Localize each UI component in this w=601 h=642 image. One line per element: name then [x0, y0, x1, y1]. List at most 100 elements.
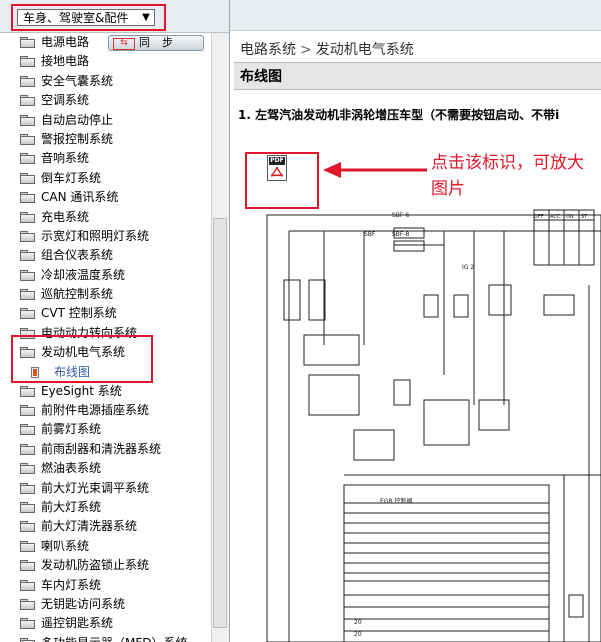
tree-item-label: 安全气囊系统 [41, 73, 114, 88]
tree-item-label: 前大灯清洗器系统 [41, 519, 138, 534]
tree-item[interactable]: 多功能显示器（MFD）系统 [0, 634, 211, 642]
tree-item[interactable]: 安全气囊系统 [0, 72, 211, 91]
tree-item[interactable]: 前雾灯系统 [0, 420, 211, 439]
tree-item[interactable]: 前大灯光束调平系统 [0, 479, 211, 498]
tree-item[interactable]: 车内灯系统 [0, 576, 211, 595]
tree-item-label: 示宽灯和照明灯系统 [41, 228, 150, 243]
breadcrumb: 电路系统 > 发动机电气系统 [240, 39, 414, 59]
tree-item[interactable]: 发动机防盗锁止系统 [0, 556, 211, 575]
tree-item[interactable]: 燃油表系统 [0, 459, 211, 478]
folder-icon [20, 250, 35, 262]
tree-item[interactable]: 音响系统 [0, 149, 211, 168]
tree-item[interactable]: 充电系统 [0, 208, 211, 227]
folder-icon [20, 579, 35, 591]
tree-item[interactable]: 喇叭系统 [0, 537, 211, 556]
folder-icon [20, 405, 35, 417]
diagram-label-sbf: SBF [364, 231, 376, 238]
tree-item[interactable]: 无钥匙访问系统 [0, 595, 211, 614]
folder-icon [20, 269, 35, 281]
sync-button-label: 同步 [139, 36, 185, 49]
wiring-diagram[interactable]: SBF-6 SBF-8 SBF IG 2 OFF ACC ON ST EGR 控… [244, 205, 601, 642]
tree-item[interactable]: 空调系统 [0, 91, 211, 110]
tree-item-label: 喇叭系统 [41, 538, 90, 553]
tree-item[interactable]: 遥控钥匙系统 [0, 614, 211, 633]
tree-item[interactable]: 组合仪表系统 [0, 246, 211, 265]
tree-item[interactable]: CAN 通讯系统 [0, 188, 211, 207]
tree-item[interactable]: 前雨刮器和清洗器系统 [0, 440, 211, 459]
annotation-arrow-icon [323, 162, 427, 178]
tree-item-label: 发动机防盗锁止系统 [41, 558, 150, 573]
tree-item-label: 接地电路 [41, 54, 90, 69]
folder-icon [20, 637, 35, 642]
folder-icon [20, 463, 35, 475]
folder-icon [20, 618, 35, 630]
tree-item-label: 前雾灯系统 [41, 422, 102, 437]
tree-item[interactable]: EyeSight 系统 [0, 382, 211, 401]
folder-icon [20, 424, 35, 436]
diagram-label-sbf6: SBF-6 [392, 212, 410, 219]
breadcrumb-separator: > [300, 42, 312, 58]
tree-item-label: 车内灯系统 [41, 577, 102, 592]
tree-item[interactable]: CVT 控制系统 [0, 304, 211, 323]
diagram-label-sbf8: SBF-8 [392, 231, 410, 238]
tree-item[interactable]: 自动启动停止 [0, 111, 211, 130]
tree-item-label: CVT 控制系统 [41, 306, 117, 321]
folder-icon [20, 211, 35, 223]
folder-icon [20, 385, 35, 397]
tree-item-label: CAN 通讯系统 [41, 190, 119, 205]
folder-icon [20, 443, 35, 455]
folder-icon [20, 133, 35, 145]
tree-item[interactable]: 前大灯系统 [0, 498, 211, 517]
folder-icon [20, 482, 35, 494]
tree-item[interactable]: 示宽灯和照明灯系统 [0, 227, 211, 246]
tree-item-label: 巡航控制系统 [41, 287, 114, 302]
folder-icon [20, 56, 35, 68]
folder-icon [20, 172, 35, 184]
section-header: 布线图 [234, 62, 601, 90]
tree-item[interactable]: 前大灯清洗器系统 [0, 517, 211, 536]
diagram-label-st: ST [581, 214, 588, 220]
tree-item[interactable]: 前附件电源插座系统 [0, 401, 211, 420]
folder-icon [20, 37, 35, 48]
tree-item-label: 冷却液温度系统 [41, 267, 126, 282]
breadcrumb-current: 发动机电气系统 [315, 42, 414, 58]
tree-item[interactable]: 接地电路 [0, 52, 211, 71]
tree-scrollbar[interactable] [211, 33, 229, 642]
tree-item-label: 遥控钥匙系统 [41, 616, 114, 631]
tree-item-label: 燃油表系统 [41, 461, 102, 476]
tree-item[interactable]: 电源电路 ⇆ 同步 [0, 33, 211, 52]
tree-item[interactable]: 倒车灯系统 [0, 169, 211, 188]
tree-item-label: 警报控制系统 [41, 131, 114, 146]
breadcrumb-parent[interactable]: 电路系统 [240, 42, 296, 58]
diagram-label-ig2: IG 2 [462, 264, 474, 271]
highlight-box-select [11, 4, 166, 31]
section-title: 1. 左驾汽油发动机非涡轮增压车型（不需要按钮启动、不带i [238, 108, 560, 122]
folder-icon [20, 153, 35, 165]
folder-icon [20, 75, 35, 87]
folder-icon [20, 521, 35, 533]
tree-item-label: 前大灯光束调平系统 [41, 480, 150, 495]
tree-item-label: 前大灯系统 [41, 499, 102, 514]
tree-item-label: 倒车灯系统 [41, 170, 102, 185]
diagram-label-egr: EGR 控制阀 [380, 497, 413, 505]
folder-icon [20, 289, 35, 301]
folder-icon [20, 560, 35, 572]
folder-icon [20, 308, 35, 320]
annotation-text: 点击该标识，可放大图片 [431, 153, 584, 199]
tree-item-label: 电源电路 [41, 35, 90, 49]
folder-icon [20, 540, 35, 552]
scrollbar-thumb[interactable] [213, 218, 227, 628]
diagram-label-20b: 20 [354, 631, 362, 638]
sync-button[interactable]: ⇆ 同步 [108, 35, 204, 51]
tree-item[interactable]: 冷却液温度系统 [0, 266, 211, 285]
tree-item[interactable]: 警报控制系统 [0, 130, 211, 149]
tree-item[interactable]: 巡航控制系统 [0, 285, 211, 304]
folder-icon [20, 114, 35, 126]
tree-item-label: EyeSight 系统 [41, 383, 122, 398]
tree-item-label: 组合仪表系统 [41, 248, 114, 263]
tree-item-label: 音响系统 [41, 151, 90, 166]
tree-item-label: 前雨刮器和清洗器系统 [41, 441, 162, 456]
diagram-label-acc: ACC [550, 214, 561, 220]
tree-item-label: 空调系统 [41, 93, 90, 108]
tree-item-label: 自动启动停止 [41, 112, 114, 127]
